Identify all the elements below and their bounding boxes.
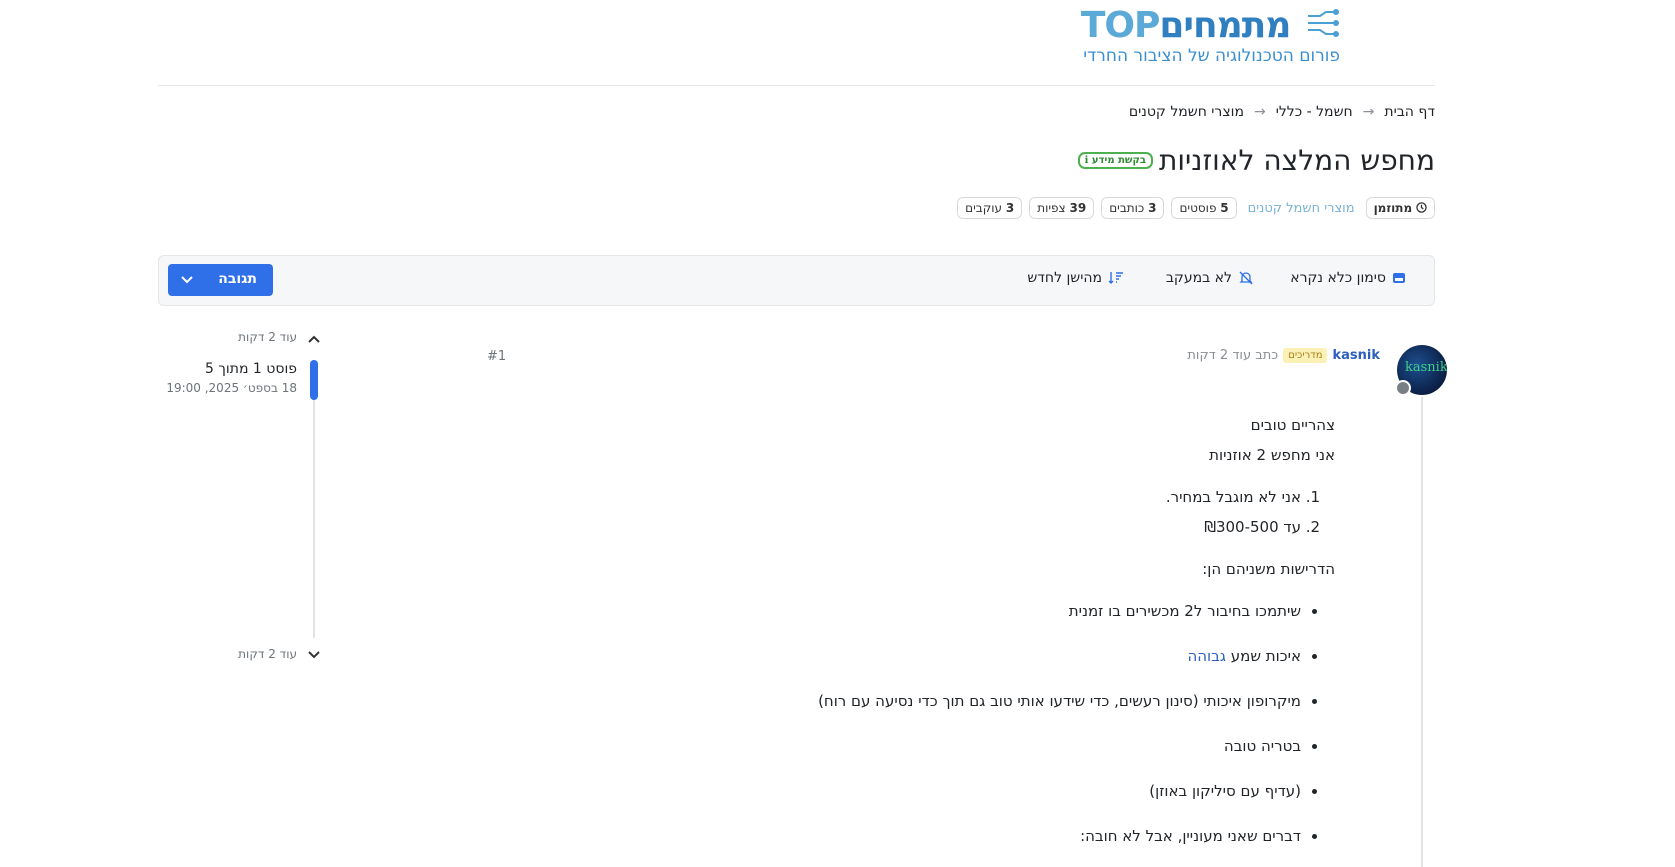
list-item: מיקרופון איכותי (סינון רעשים, כדי שידעו … bbox=[535, 679, 1301, 724]
watch-button[interactable]: לא במעקב bbox=[1166, 270, 1254, 286]
user-status-indicator bbox=[1395, 380, 1411, 396]
writers-value: 3 bbox=[1148, 201, 1157, 215]
info-icon: ℹ bbox=[1084, 155, 1089, 166]
requirements-list: שיתמכו בחיבור ל2 מכשירים בו זמנית איכות … bbox=[535, 589, 1335, 859]
posts-count: 5 פוסטים bbox=[1171, 197, 1237, 219]
tag-label: בקשת מידע bbox=[1091, 155, 1146, 166]
post-time[interactable]: כתב עוד 2 דקות bbox=[1187, 348, 1278, 363]
topic-toolbar: סימון כלא נקרא לא במעקב מהישן לחדש תגובה bbox=[158, 255, 1435, 306]
watch-label: לא במעקב bbox=[1165, 270, 1232, 286]
avatar-text: kasnik bbox=[1405, 360, 1447, 375]
circuit-icon bbox=[1308, 9, 1339, 37]
reply-button[interactable]: תגובה bbox=[168, 264, 273, 296]
list-item: אני לא מוגבל במחיר. bbox=[535, 482, 1301, 512]
list-item: בטריה טובה bbox=[535, 724, 1301, 769]
status-badge: מתוזמן bbox=[1365, 197, 1435, 219]
topic-tag[interactable]: בקשת מידע ℹ bbox=[1077, 152, 1153, 169]
breadcrumb-current[interactable]: מוצרי חשמל קטנים bbox=[1129, 104, 1244, 120]
topic-stats: מתוזמן מוצרי חשמל קטנים 5 פוסטים 3 כותבי… bbox=[957, 197, 1435, 219]
group-badge[interactable]: מדריכים bbox=[1283, 348, 1328, 363]
reply-label: תגובה bbox=[218, 271, 257, 287]
chevron-up-icon[interactable] bbox=[307, 333, 321, 345]
chevron-down-icon[interactable] bbox=[307, 649, 321, 661]
site-logo[interactable]: TOPמתמחים פורום הטכנולוגיה של הציבור החר… bbox=[1070, 8, 1340, 68]
sound-quality-highlight[interactable]: גבוהה bbox=[1187, 647, 1226, 665]
posts-value: 5 bbox=[1220, 201, 1229, 215]
followers-value: 3 bbox=[1005, 201, 1015, 215]
mark-unread-label: סימון כלא נקרא bbox=[1290, 270, 1386, 286]
posts-label: פוסטים bbox=[1179, 201, 1217, 215]
requirements-title: הדרישות משניהם הן: bbox=[1202, 560, 1335, 578]
views-value: 39 bbox=[1069, 201, 1087, 215]
views-label: צפיות bbox=[1037, 201, 1066, 215]
list-item: שיתמכו בחיבור ל2 מכשירים בו זמנית bbox=[535, 589, 1301, 634]
list-item: עד ₪300-500 bbox=[535, 512, 1301, 542]
followers-label: עוקבים bbox=[965, 201, 1003, 215]
sort-label: מהישן לחדש bbox=[1027, 270, 1102, 286]
mark-unread-button[interactable]: סימון כלא נקרא bbox=[1290, 270, 1406, 286]
logo-top: TOP bbox=[1080, 5, 1161, 46]
sort-icon bbox=[1108, 272, 1123, 284]
timeline-top[interactable]: עוד 2 דקות bbox=[238, 330, 297, 344]
post-greeting: צהריים טובים bbox=[1250, 416, 1335, 434]
list-item: איכות שמע גבוהה bbox=[535, 634, 1301, 679]
timeline-top-label: עוד 2 דקות bbox=[238, 330, 297, 344]
topic-title-row: מחפש המלצה לאוזניות בקשת מידע ℹ bbox=[1077, 144, 1435, 177]
page-title: מחפש המלצה לאוזניות bbox=[1158, 144, 1435, 177]
ordered-list: אני לא מוגבל במחיר. עד ₪300-500 bbox=[535, 482, 1335, 542]
inbox-icon bbox=[1393, 273, 1405, 283]
timeline-bottom-label: עוד 2 דקות bbox=[238, 647, 297, 661]
post-intro: אני מחפש 2 אוזניות bbox=[1209, 446, 1335, 464]
views-count: 39 צפיות bbox=[1029, 197, 1095, 219]
post-content: צהריים טובים אני מחפש 2 אוזניות אני לא מ… bbox=[535, 410, 1335, 859]
logo-main: מתמחים bbox=[1159, 5, 1291, 46]
status-label: מתוזמן bbox=[1373, 201, 1413, 215]
timeline-date: 18 בספט׳ 2025, 19:00 bbox=[166, 381, 297, 395]
logo-title: TOPמתמחים bbox=[1070, 8, 1340, 44]
timeline-handle[interactable] bbox=[310, 360, 318, 400]
timeline-current: פוסט 1 מתוך 5 bbox=[205, 361, 297, 377]
writers-count: 3 כותבים bbox=[1101, 197, 1165, 219]
chevron-down-icon[interactable] bbox=[180, 272, 194, 286]
followers-count: 3 עוקבים bbox=[957, 197, 1023, 219]
list-item: (עדיף עם סיליקון באוזן) bbox=[535, 769, 1301, 814]
header-divider bbox=[158, 85, 1435, 86]
breadcrumb-arrow-icon: → bbox=[1362, 104, 1375, 120]
post-header: kasnik מדריכים כתב עוד 2 דקות bbox=[1187, 348, 1380, 363]
breadcrumb: דף הבית → חשמל - כללי → מוצרי חשמל קטנים bbox=[1129, 104, 1435, 120]
clock-icon bbox=[1416, 202, 1427, 213]
sort-button[interactable]: מהישן לחדש bbox=[1027, 270, 1124, 286]
post-index[interactable]: #1 bbox=[487, 349, 506, 364]
post-thread-line bbox=[1421, 397, 1423, 867]
breadcrumb-arrow-icon: → bbox=[1253, 104, 1266, 120]
timeline-track[interactable] bbox=[313, 360, 315, 638]
writers-label: כותבים bbox=[1109, 201, 1145, 215]
bell-slash-icon bbox=[1239, 271, 1253, 285]
logo-subtitle: פורום הטכנולוגיה של הציבור החרדי bbox=[1083, 46, 1340, 66]
post-username[interactable]: kasnik bbox=[1332, 348, 1380, 363]
category-link[interactable]: מוצרי חשמל קטנים bbox=[1244, 201, 1359, 216]
timeline-bottom[interactable]: עוד 2 דקות bbox=[238, 647, 297, 661]
list-item: דברים שאני מעוניין, אבל לא חובה: bbox=[535, 814, 1301, 859]
breadcrumb-category[interactable]: חשמל - כללי bbox=[1276, 104, 1353, 120]
breadcrumb-home[interactable]: דף הבית bbox=[1384, 104, 1435, 120]
sound-quality-prefix: איכות שמע bbox=[1230, 647, 1301, 665]
